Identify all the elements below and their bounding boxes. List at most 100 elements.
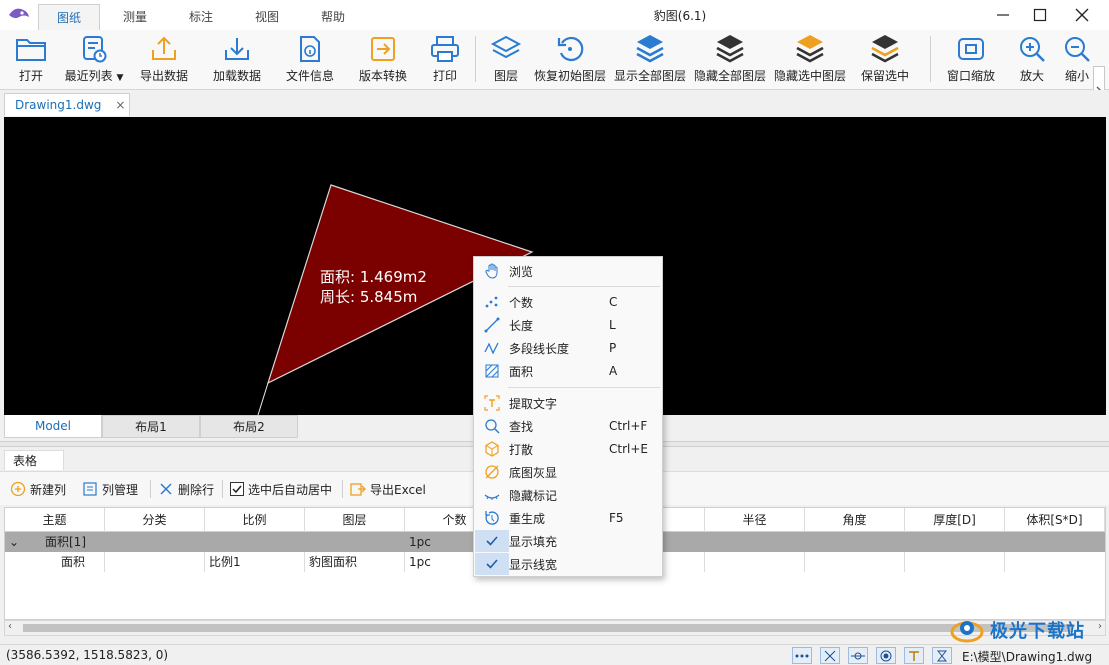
file-info-button[interactable]: 文件信息	[285, 30, 335, 88]
menu-item-length[interactable]: 长度 L	[475, 314, 661, 336]
tab-drawing[interactable]: 图纸	[38, 4, 100, 30]
show-all-layers-button[interactable]: 显示全部图层	[613, 30, 687, 88]
column-header[interactable]: 体积[S*D]	[1005, 508, 1105, 532]
ribbon-toolbar: 打开 最近列表 ▼ 导出数据 加载数据 文件信息 版本转换 打印 图层 恢复初始…	[0, 30, 1109, 116]
snap-cross-icon[interactable]	[820, 647, 840, 664]
column-header[interactable]: 图层	[305, 508, 405, 532]
hide-selected-layers-button[interactable]: 隐藏选中图层	[773, 30, 847, 88]
window-zoom-button[interactable]: 窗口缩放	[945, 30, 997, 88]
export-excel-button[interactable]: 导出Excel	[350, 480, 426, 498]
column-header[interactable]: 主题	[5, 508, 105, 532]
menu-item-shortcut: P	[609, 341, 617, 355]
snap-center-icon[interactable]	[876, 647, 896, 664]
load-data-button[interactable]: 加载数据	[212, 30, 262, 88]
snap-hourglass-icon[interactable]	[932, 647, 952, 664]
auto-center-checkbox[interactable]: 选中后自动居中	[230, 480, 332, 498]
menu-item-gray-base[interactable]: 底图灰显	[475, 461, 661, 483]
snap-midpoint-icon[interactable]	[848, 647, 868, 664]
menu-item-browse[interactable]: 浏览	[475, 260, 661, 282]
status-bar: (3586.5392, 1518.5823, 0) E:\模型\Drawing1…	[0, 644, 1109, 665]
tab-help[interactable]: 帮助	[302, 4, 364, 30]
maximize-button[interactable]	[1022, 0, 1058, 30]
leader-line	[257, 382, 269, 415]
close-tab-icon[interactable]: ×	[115, 98, 125, 112]
snap-perpendicular-icon[interactable]	[904, 647, 924, 664]
zoom-out-button[interactable]: 缩小	[1062, 30, 1092, 88]
document-tab[interactable]: Drawing1.dwg ×	[4, 93, 130, 116]
menu-item-find[interactable]: 查找 Ctrl+F	[475, 415, 661, 437]
tab-model[interactable]: Model	[4, 415, 102, 438]
tab-annotate[interactable]: 标注	[170, 4, 232, 30]
menu-item-label: 显示线宽	[509, 557, 558, 572]
new-column-button[interactable]: 新建列	[10, 480, 66, 498]
column-header[interactable]: 厚度[D]	[905, 508, 1005, 532]
app-window: { "window": {"title": "豹图(6.1)"}, "menu_…	[0, 0, 1109, 665]
tab-layout2[interactable]: 布局2	[200, 415, 298, 438]
tab-layout1[interactable]: 布局1	[102, 415, 200, 438]
export-data-button[interactable]: 导出数据	[139, 30, 189, 88]
menu-item-label: 面积	[509, 364, 534, 379]
zoom-in-button[interactable]: 放大	[1015, 30, 1049, 88]
menu-item-polyline-length[interactable]: 多段线长度 P	[475, 337, 661, 359]
tab-view[interactable]: 视图	[236, 4, 298, 30]
menu-item-show-lineweight[interactable]: 显示线宽	[475, 553, 661, 575]
hide-all-layers-button[interactable]: 隐藏全部图层	[693, 30, 767, 88]
menu-item-label: 底图灰显	[509, 465, 558, 480]
tab-measure[interactable]: 测量	[104, 4, 166, 30]
layers-button[interactable]: 图层	[490, 30, 522, 88]
show-all-layers-label: 显示全部图层	[613, 69, 686, 83]
print-button[interactable]: 打印	[428, 30, 462, 88]
recent-list-button[interactable]: 最近列表 ▼	[62, 30, 126, 88]
menu-item-label: 显示填充	[509, 534, 558, 549]
menu-item-label: 隐藏标记	[509, 488, 558, 503]
delete-row-button[interactable]: 删除行	[158, 480, 214, 498]
cursor-coordinates: (3586.5392, 1518.5823, 0)	[6, 648, 169, 662]
scroll-thumb[interactable]	[23, 624, 1073, 632]
file-info-label: 文件信息	[285, 69, 334, 83]
load-data-label: 加载数据	[212, 69, 261, 83]
column-manage-button[interactable]: 列管理	[82, 480, 138, 498]
menu-item-extract-text[interactable]: 提取文字	[475, 392, 661, 414]
export-data-label: 导出数据	[139, 69, 188, 83]
version-convert-button[interactable]: 版本转换	[358, 30, 408, 88]
table-panel-tab[interactable]: 表格	[4, 450, 64, 470]
open-button[interactable]: 打开	[12, 30, 50, 88]
minimize-button[interactable]	[985, 0, 1021, 30]
watermark: 极光下载站	[948, 612, 1108, 648]
area-label: 面积: 1.469m2	[320, 268, 427, 286]
layers-hide-selected-icon	[794, 30, 826, 68]
menu-item-show-fill[interactable]: 显示填充	[475, 530, 661, 552]
layers-keep-icon	[869, 30, 901, 68]
menu-item-hide-marks[interactable]: 隐藏标记	[475, 484, 661, 506]
column-header[interactable]: 半径	[705, 508, 805, 532]
perimeter-label: 周长: 5.845m	[320, 288, 417, 306]
cell-subject: 面积	[5, 552, 105, 572]
menu-item-label: 多段线长度	[509, 341, 570, 356]
file-path: E:\模型\Drawing1.dwg	[962, 650, 1093, 664]
export-icon	[149, 30, 179, 68]
menu-item-shortcut: Ctrl+E	[609, 442, 648, 456]
column-header[interactable]: 分类	[105, 508, 205, 532]
keep-selected-button[interactable]: 保留选中	[860, 30, 910, 88]
version-convert-icon	[368, 30, 398, 68]
zoom-in-icon	[1017, 30, 1047, 68]
menu-item-label: 重生成	[509, 511, 546, 526]
delete-x-icon	[158, 481, 174, 497]
horizontal-scrollbar[interactable]: ‹ ›	[4, 620, 1106, 636]
close-button[interactable]	[1064, 0, 1100, 30]
scroll-left-icon[interactable]: ‹	[8, 621, 12, 632]
toolbar-divider	[150, 480, 151, 498]
window-zoom-icon	[956, 30, 986, 68]
menu-item-count[interactable]: 个数 C	[475, 291, 661, 313]
menu-item-area[interactable]: 面积 A	[475, 360, 661, 382]
menu-tabs: 图纸 测量 标注 视图 帮助	[38, 4, 368, 30]
column-header[interactable]: 角度	[805, 508, 905, 532]
cell-scale: 比例1	[205, 552, 305, 572]
snap-dots-icon[interactable]	[792, 647, 812, 664]
column-header[interactable]: 比例	[205, 508, 305, 532]
expand-chevron-icon[interactable]: ⌄	[5, 532, 35, 552]
context-menu: 浏览 个数 C 长度 L 多段线长度 P 面积 A 提取文字 查找 Ctrl+F…	[473, 256, 663, 577]
menu-item-explode[interactable]: 打散 Ctrl+E	[475, 438, 661, 460]
restore-layers-button[interactable]: 恢复初始图层	[533, 30, 607, 88]
menu-item-regenerate[interactable]: 重生成 F5	[475, 507, 661, 529]
